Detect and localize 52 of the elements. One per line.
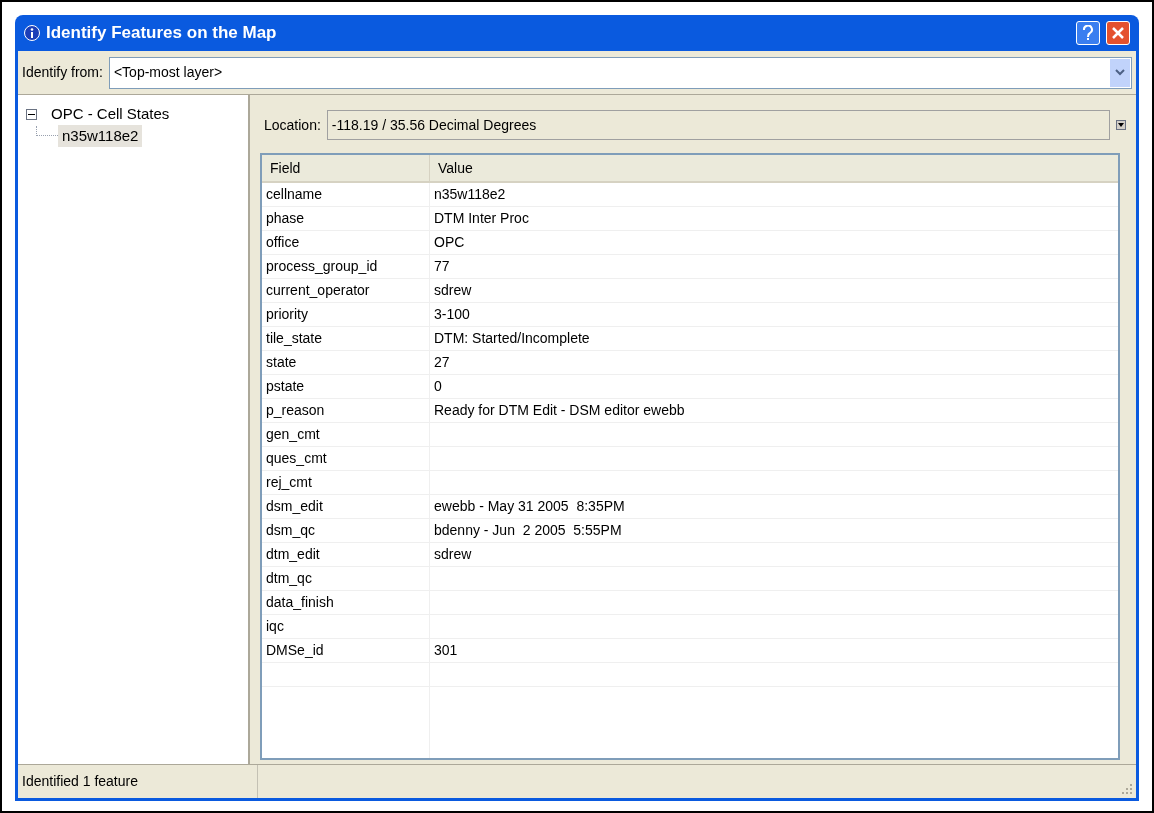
- table-cell: cellname: [262, 183, 430, 206]
- window-title: Identify Features on the Map: [46, 22, 278, 45]
- table-cell-text: sdrew: [433, 281, 473, 300]
- table-cell-text: 3-100: [433, 305, 471, 324]
- location-field: -118.19 / 35.56 Decimal Degrees: [326, 110, 1110, 140]
- help-icon: [1082, 25, 1094, 41]
- table-cell: state: [262, 351, 430, 374]
- help-button[interactable]: [1076, 21, 1100, 45]
- table-cell-text: bdenny - Jun 2 2005 5:55PM: [433, 521, 623, 540]
- identify-from-dropdown[interactable]: <Top-most layer>: [108, 56, 1132, 89]
- table-cell-text: n35w118e2: [433, 185, 507, 204]
- table-cell-text: Ready for DTM Edit - DSM editor ewebb: [433, 401, 686, 420]
- table-cell: gen_cmt: [262, 423, 430, 446]
- table-cell: process_group_id: [262, 255, 430, 278]
- table-cell: dsm_edit: [262, 495, 430, 518]
- table-cell: dtm_qc: [262, 567, 430, 590]
- table-cell: iqc: [262, 615, 430, 638]
- table-cell-text: ewebb - May 31 2005 8:35PM: [433, 497, 626, 516]
- table-cell: office: [262, 231, 430, 254]
- table-cell-text: 301: [433, 641, 459, 660]
- tree-item[interactable]: n35w118e2: [58, 124, 143, 148]
- dropdown-arrow-icon[interactable]: [1116, 120, 1126, 130]
- status-text: Identified 1 feature: [18, 765, 258, 798]
- table-cell: dtm_edit: [262, 543, 430, 566]
- tree-item[interactable]: OPC - Cell States: [47, 102, 174, 126]
- table-cell: rej_cmt: [262, 471, 430, 494]
- table-cell-text: DTM Inter Proc: [433, 209, 530, 228]
- table-cell-text: DTM: Started/Incomplete: [433, 329, 591, 348]
- table-cell: current_operator: [262, 279, 430, 302]
- table-cell-text: 0: [433, 377, 443, 396]
- location-label: Location:: [264, 115, 321, 135]
- table-cell: dsm_qc: [262, 519, 430, 542]
- table-cell: priority: [262, 303, 430, 326]
- column-header[interactable]: Field: [262, 155, 430, 181]
- close-icon: [1112, 27, 1124, 39]
- table-cell-text: sdrew: [433, 545, 473, 564]
- column-header[interactable]: Value: [430, 155, 1118, 181]
- table-cell: ques_cmt: [262, 447, 430, 470]
- table-cell: tile_state: [262, 327, 430, 350]
- table-cell: phase: [262, 207, 430, 230]
- resize-grip-icon[interactable]: [1120, 782, 1132, 794]
- close-button[interactable]: [1106, 21, 1130, 45]
- table-cell-text: OPC: [433, 233, 466, 252]
- table-cell-text: 77: [433, 257, 451, 276]
- identify-from-label: Identify from:: [22, 63, 103, 82]
- collapse-icon[interactable]: [26, 108, 37, 120]
- info-icon: [24, 25, 40, 41]
- table-cell: p_reason: [262, 399, 430, 422]
- table-cell-text: 27: [433, 353, 451, 372]
- table-cell: DMSe_id: [262, 639, 430, 662]
- table-cell: pstate: [262, 375, 430, 398]
- table-cell: data_finish: [262, 591, 430, 614]
